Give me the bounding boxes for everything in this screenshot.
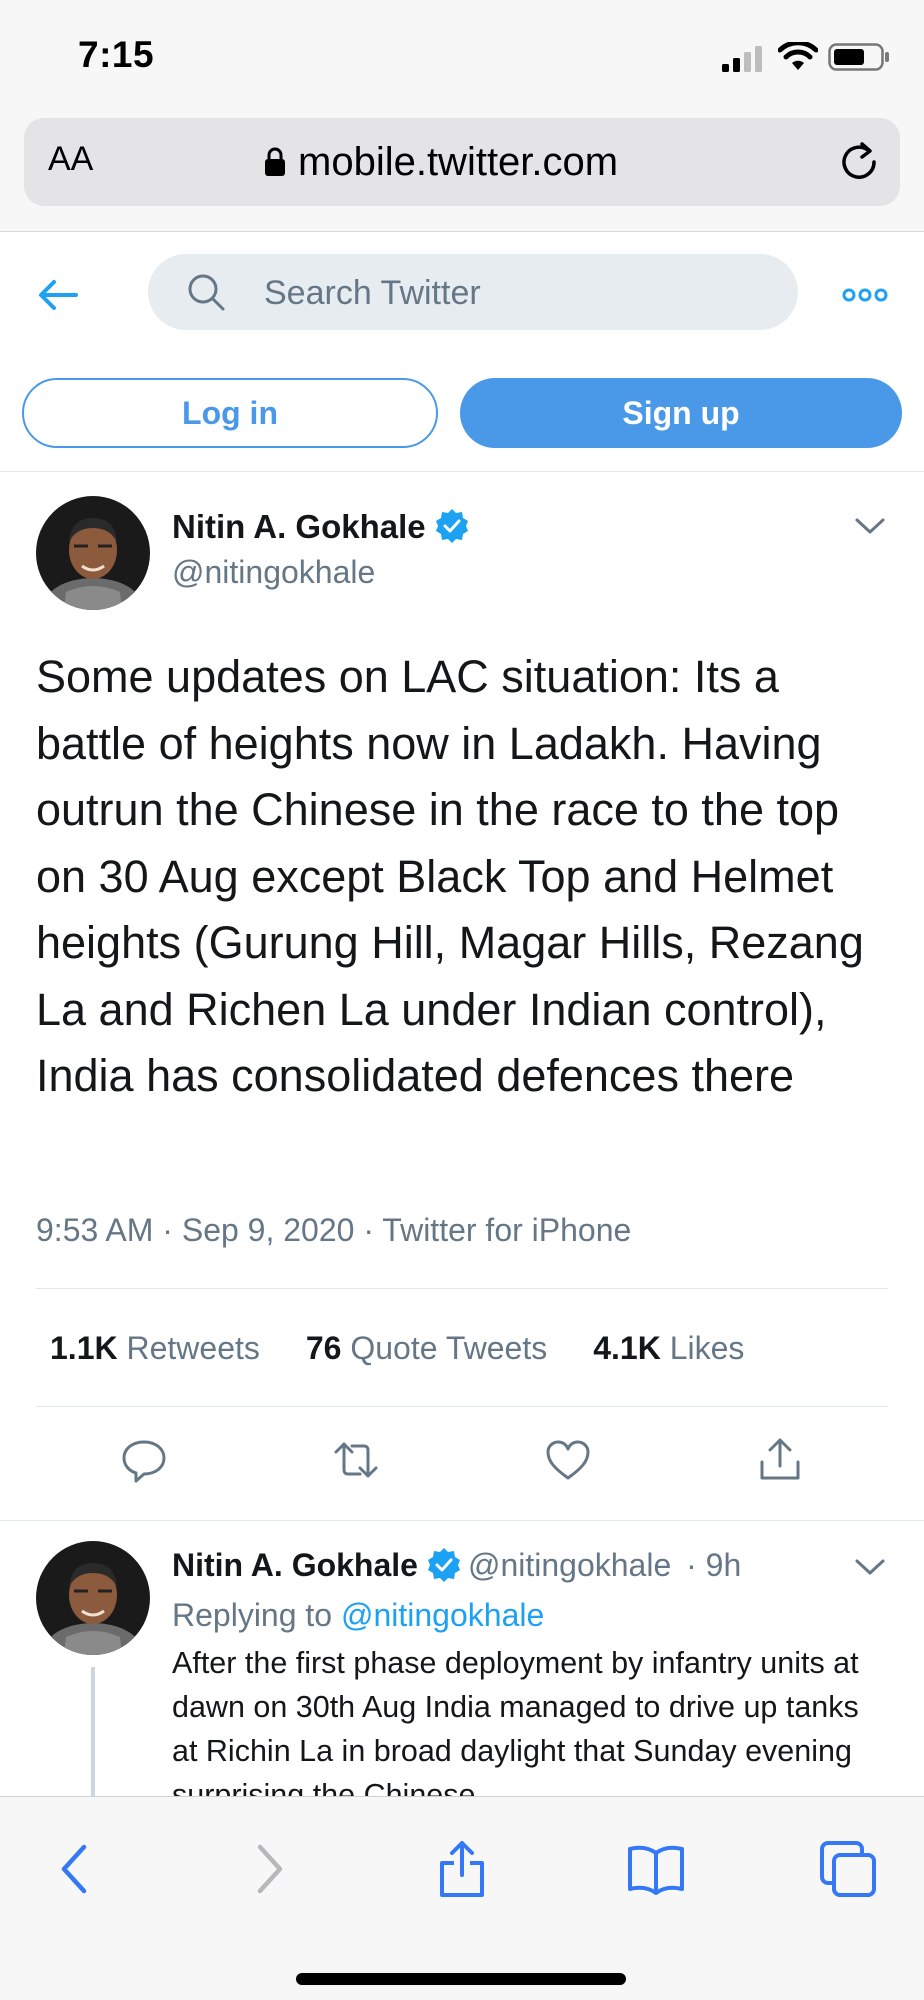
signal-icon bbox=[722, 46, 762, 72]
tweet-text: Some updates on LAC situation: Its a bat… bbox=[36, 651, 864, 1101]
reply-author-name[interactable]: Nitin A. Gokhale bbox=[172, 1547, 418, 1583]
twitter-header: Search Twitter Log in Sign up bbox=[0, 232, 924, 472]
more-icon[interactable] bbox=[842, 288, 888, 302]
url-field[interactable]: AA mobile.twitter.com bbox=[24, 118, 900, 206]
reply-author-handle[interactable]: @nitingokhale bbox=[468, 1547, 671, 1583]
quotes-count: 76 bbox=[305, 1330, 342, 1366]
back-arrow-icon[interactable] bbox=[36, 272, 82, 318]
avatar[interactable] bbox=[36, 1541, 150, 1655]
browser-address-bar: AA mobile.twitter.com bbox=[0, 110, 924, 232]
avatar[interactable] bbox=[36, 496, 150, 610]
signup-button[interactable]: Sign up bbox=[460, 378, 902, 448]
quotes-stat[interactable]: 76 Quote Tweets bbox=[306, 1330, 547, 1367]
thread-line bbox=[91, 1667, 95, 1796]
verified-icon bbox=[435, 509, 468, 544]
reply-text: After the first phase deployment by infa… bbox=[172, 1646, 859, 1796]
likes-label: Likes bbox=[669, 1330, 745, 1366]
safari-back-icon[interactable] bbox=[46, 1839, 106, 1899]
safari-forward-icon[interactable] bbox=[238, 1839, 298, 1899]
reload-icon[interactable] bbox=[836, 140, 882, 186]
chevron-down-icon[interactable] bbox=[854, 1557, 886, 1577]
verified-icon bbox=[427, 1547, 460, 1582]
tabs-icon[interactable] bbox=[818, 1839, 878, 1899]
reply-header: Nitin A. Gokhale @nitingokhale · 9h bbox=[172, 1547, 742, 1583]
likes-count: 4.1K bbox=[593, 1330, 661, 1366]
tweet-source[interactable]: Twitter for iPhone bbox=[382, 1212, 631, 1248]
lock-icon bbox=[265, 147, 285, 176]
like-icon[interactable] bbox=[544, 1436, 592, 1484]
search-input[interactable]: Search Twitter bbox=[148, 254, 798, 330]
author-handle[interactable]: @nitingokhale bbox=[172, 554, 375, 591]
tweet-stats: 1.1K Retweets 76 Quote Tweets 4.1K Likes bbox=[50, 1330, 744, 1367]
quotes-label: Quote Tweets bbox=[350, 1330, 548, 1366]
replying-to: Replying to @nitingokhale bbox=[172, 1597, 544, 1634]
author-name-text: Nitin A. Gokhale bbox=[172, 508, 426, 545]
reply-icon[interactable] bbox=[120, 1436, 168, 1484]
reply-tweet[interactable]: Nitin A. Gokhale @nitingokhale · 9h Repl… bbox=[0, 1520, 924, 1796]
browser-toolbar bbox=[0, 1796, 924, 2000]
replying-to-link[interactable]: @nitingokhale bbox=[341, 1597, 544, 1633]
tweet-actions bbox=[0, 1436, 924, 1496]
replying-prefix: Replying to bbox=[172, 1597, 333, 1633]
tweet: Nitin A. Gokhale @nitingokhale Some upda… bbox=[0, 472, 924, 1520]
retweets-count: 1.1K bbox=[50, 1330, 118, 1366]
wifi-icon bbox=[778, 42, 818, 70]
divider bbox=[36, 1288, 888, 1289]
likes-stat[interactable]: 4.1K Likes bbox=[593, 1330, 744, 1367]
reply-age[interactable]: 9h bbox=[706, 1547, 742, 1583]
divider bbox=[36, 1406, 888, 1407]
login-button[interactable]: Log in bbox=[22, 378, 438, 448]
search-placeholder: Search Twitter bbox=[264, 274, 481, 312]
retweets-stat[interactable]: 1.1K Retweets bbox=[50, 1330, 260, 1367]
share-icon[interactable] bbox=[756, 1436, 804, 1484]
tweet-time[interactable]: 9:53 AM bbox=[36, 1212, 153, 1248]
status-bar: 7:15 bbox=[0, 0, 924, 110]
search-icon bbox=[188, 274, 225, 311]
retweet-icon[interactable] bbox=[332, 1436, 380, 1484]
author-name[interactable]: Nitin A. Gokhale bbox=[172, 508, 470, 546]
status-time: 7:15 bbox=[78, 34, 155, 75]
tweet-date[interactable]: Sep 9, 2020 bbox=[182, 1212, 355, 1248]
text-size-button[interactable]: AA bbox=[48, 140, 93, 179]
bookmarks-icon[interactable] bbox=[626, 1839, 686, 1899]
chevron-down-icon[interactable] bbox=[854, 516, 886, 536]
safari-share-icon[interactable] bbox=[432, 1839, 492, 1899]
home-indicator[interactable] bbox=[296, 1973, 626, 1985]
retweets-label: Retweets bbox=[126, 1330, 260, 1366]
url-text: mobile.twitter.com bbox=[298, 139, 619, 184]
tweet-meta: 9:53 AM · Sep 9, 2020 · Twitter for iPho… bbox=[36, 1212, 632, 1248]
battery-icon bbox=[828, 43, 889, 71]
